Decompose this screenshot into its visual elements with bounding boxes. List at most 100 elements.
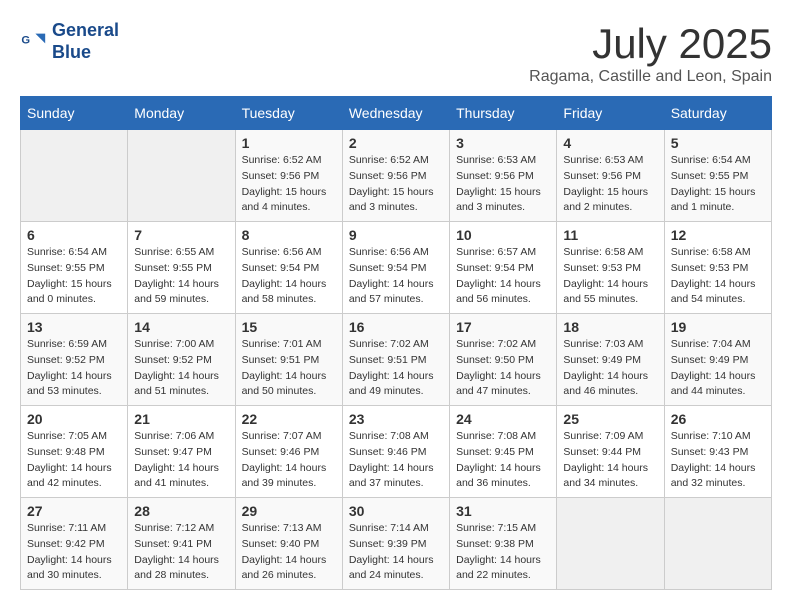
title-area: July 2025 Ragama, Castille and Leon, Spa… [529, 20, 772, 86]
day-number: 27 [27, 503, 121, 519]
day-cell-21: 21 Sunrise: 7:06 AMSunset: 9:47 PMDayligh… [128, 406, 235, 498]
empty-cell [664, 498, 771, 590]
day-info: Sunrise: 6:53 AMSunset: 9:56 PMDaylight:… [456, 153, 550, 216]
day-number: 21 [134, 411, 228, 427]
day-number: 1 [242, 135, 336, 151]
weekday-header-sunday: Sunday [21, 97, 128, 130]
empty-cell [557, 498, 664, 590]
day-number: 23 [349, 411, 443, 427]
day-cell-22: 22 Sunrise: 7:07 AMSunset: 9:46 PMDayligh… [235, 406, 342, 498]
day-info: Sunrise: 6:58 AMSunset: 9:53 PMDaylight:… [563, 245, 657, 308]
day-cell-17: 17 Sunrise: 7:02 AMSunset: 9:50 PMDayligh… [450, 314, 557, 406]
day-cell-9: 9Sunrise: 6:56 AMSunset: 9:54 PMDaylight… [342, 222, 449, 314]
day-number: 2 [349, 135, 443, 151]
day-number: 29 [242, 503, 336, 519]
day-info: Sunrise: 7:02 AMSunset: 9:51 PMDaylight:… [349, 337, 443, 400]
day-number: 31 [456, 503, 550, 519]
day-info: Sunrise: 7:12 AMSunset: 9:41 PMDaylight:… [134, 521, 228, 584]
day-number: 22 [242, 411, 336, 427]
day-cell-23: 23 Sunrise: 7:08 AMSunset: 9:46 PMDayligh… [342, 406, 449, 498]
logo-icon: G [20, 28, 48, 56]
day-cell-3: 3 Sunrise: 6:53 AMSunset: 9:56 PMDaylight… [450, 130, 557, 222]
day-info: Sunrise: 6:55 AMSunset: 9:55 PMDaylight:… [134, 245, 228, 308]
day-number: 24 [456, 411, 550, 427]
day-number: 12 [671, 227, 765, 243]
day-info: Sunrise: 6:57 AMSunset: 9:54 PMDaylight:… [456, 245, 550, 308]
day-cell-8: 8 Sunrise: 6:56 AMSunset: 9:54 PMDaylight… [235, 222, 342, 314]
day-info: Sunrise: 7:06 AMSunset: 9:47 PMDaylight:… [134, 429, 228, 492]
weekday-header-wednesday: Wednesday [342, 97, 449, 130]
day-cell-24: 24 Sunrise: 7:08 AMSunset: 9:45 PMDayligh… [450, 406, 557, 498]
day-info: Sunrise: 7:00 AMSunset: 9:52 PMDaylight:… [134, 337, 228, 400]
day-cell-7: 7 Sunrise: 6:55 AMSunset: 9:55 PMDaylight… [128, 222, 235, 314]
day-cell-13: 13 Sunrise: 6:59 AMSunset: 9:52 PMDayligh… [21, 314, 128, 406]
day-cell-2: 2Sunrise: 6:52 AMSunset: 9:56 PMDaylight… [342, 130, 449, 222]
week-row-4: 20Sunrise: 7:05 AMSunset: 9:48 PMDayligh… [21, 406, 772, 498]
day-number: 6 [27, 227, 121, 243]
day-cell-5: 5Sunrise: 6:54 AMSunset: 9:55 PMDaylight… [664, 130, 771, 222]
day-info: Sunrise: 7:11 AMSunset: 9:42 PMDaylight:… [27, 521, 121, 584]
day-cell-12: 12 Sunrise: 6:58 AMSunset: 9:53 PMDayligh… [664, 222, 771, 314]
day-cell-10: 10 Sunrise: 6:57 AMSunset: 9:54 PMDayligh… [450, 222, 557, 314]
day-cell-15: 15 Sunrise: 7:01 AMSunset: 9:51 PMDayligh… [235, 314, 342, 406]
day-cell-4: 4 Sunrise: 6:53 AMSunset: 9:56 PMDaylight… [557, 130, 664, 222]
day-info: Sunrise: 6:52 AMSunset: 9:56 PMDaylight:… [242, 153, 336, 216]
day-info: Sunrise: 7:01 AMSunset: 9:51 PMDaylight:… [242, 337, 336, 400]
day-info: Sunrise: 6:56 AMSunset: 9:54 PMDaylight:… [242, 245, 336, 308]
day-cell-26: 26 Sunrise: 7:10 AMSunset: 9:43 PMDayligh… [664, 406, 771, 498]
day-info: Sunrise: 6:59 AMSunset: 9:52 PMDaylight:… [27, 337, 121, 400]
day-number: 3 [456, 135, 550, 151]
day-info: Sunrise: 6:54 AMSunset: 9:55 PMDaylight:… [27, 245, 121, 308]
week-row-3: 13 Sunrise: 6:59 AMSunset: 9:52 PMDayligh… [21, 314, 772, 406]
day-number: 19 [671, 319, 765, 335]
day-info: Sunrise: 7:02 AMSunset: 9:50 PMDaylight:… [456, 337, 550, 400]
day-number: 15 [242, 319, 336, 335]
day-info: Sunrise: 7:15 AMSunset: 9:38 PMDaylight:… [456, 521, 550, 584]
logo-text: General Blue [52, 20, 119, 63]
day-info: Sunrise: 7:08 AMSunset: 9:46 PMDaylight:… [349, 429, 443, 492]
day-cell-18: 18 Sunrise: 7:03 AMSunset: 9:49 PMDayligh… [557, 314, 664, 406]
empty-cell [21, 130, 128, 222]
day-cell-16: 16 Sunrise: 7:02 AMSunset: 9:51 PMDayligh… [342, 314, 449, 406]
day-number: 13 [27, 319, 121, 335]
day-cell-28: 28Sunrise: 7:12 AMSunset: 9:41 PMDayligh… [128, 498, 235, 590]
day-info: Sunrise: 6:56 AMSunset: 9:54 PMDaylight:… [349, 245, 443, 308]
day-info: Sunrise: 7:10 AMSunset: 9:43 PMDaylight:… [671, 429, 765, 492]
day-number: 10 [456, 227, 550, 243]
day-number: 25 [563, 411, 657, 427]
weekday-header-row: SundayMondayTuesdayWednesdayThursdayFrid… [21, 97, 772, 130]
day-cell-29: 29Sunrise: 7:13 AMSunset: 9:40 PMDayligh… [235, 498, 342, 590]
day-number: 8 [242, 227, 336, 243]
svg-text:G: G [21, 34, 30, 46]
day-cell-30: 30 Sunrise: 7:14 AMSunset: 9:39 PMDayligh… [342, 498, 449, 590]
weekday-header-tuesday: Tuesday [235, 97, 342, 130]
day-info: Sunrise: 7:05 AMSunset: 9:48 PMDaylight:… [27, 429, 121, 492]
page-header: G General Blue July 2025 Ragama, Castill… [20, 20, 772, 86]
day-info: Sunrise: 6:53 AMSunset: 9:56 PMDaylight:… [563, 153, 657, 216]
day-number: 14 [134, 319, 228, 335]
weekday-header-monday: Monday [128, 97, 235, 130]
weekday-header-saturday: Saturday [664, 97, 771, 130]
day-info: Sunrise: 6:58 AMSunset: 9:53 PMDaylight:… [671, 245, 765, 308]
day-info: Sunrise: 7:07 AMSunset: 9:46 PMDaylight:… [242, 429, 336, 492]
day-cell-25: 25Sunrise: 7:09 AMSunset: 9:44 PMDayligh… [557, 406, 664, 498]
day-number: 17 [456, 319, 550, 335]
day-cell-27: 27 Sunrise: 7:11 AMSunset: 9:42 PMDayligh… [21, 498, 128, 590]
week-row-1: 1 Sunrise: 6:52 AMSunset: 9:56 PMDaylight… [21, 130, 772, 222]
day-cell-31: 31 Sunrise: 7:15 AMSunset: 9:38 PMDayligh… [450, 498, 557, 590]
empty-cell [128, 130, 235, 222]
day-cell-1: 1 Sunrise: 6:52 AMSunset: 9:56 PMDaylight… [235, 130, 342, 222]
day-number: 26 [671, 411, 765, 427]
day-number: 16 [349, 319, 443, 335]
day-info: Sunrise: 6:54 AMSunset: 9:55 PMDaylight:… [671, 153, 765, 216]
day-number: 30 [349, 503, 443, 519]
day-number: 7 [134, 227, 228, 243]
day-info: Sunrise: 7:14 AMSunset: 9:39 PMDaylight:… [349, 521, 443, 584]
day-info: Sunrise: 7:03 AMSunset: 9:49 PMDaylight:… [563, 337, 657, 400]
day-number: 4 [563, 135, 657, 151]
day-cell-20: 20Sunrise: 7:05 AMSunset: 9:48 PMDayligh… [21, 406, 128, 498]
day-cell-11: 11 Sunrise: 6:58 AMSunset: 9:53 PMDayligh… [557, 222, 664, 314]
day-number: 18 [563, 319, 657, 335]
day-info: Sunrise: 7:08 AMSunset: 9:45 PMDaylight:… [456, 429, 550, 492]
day-number: 11 [563, 227, 657, 243]
